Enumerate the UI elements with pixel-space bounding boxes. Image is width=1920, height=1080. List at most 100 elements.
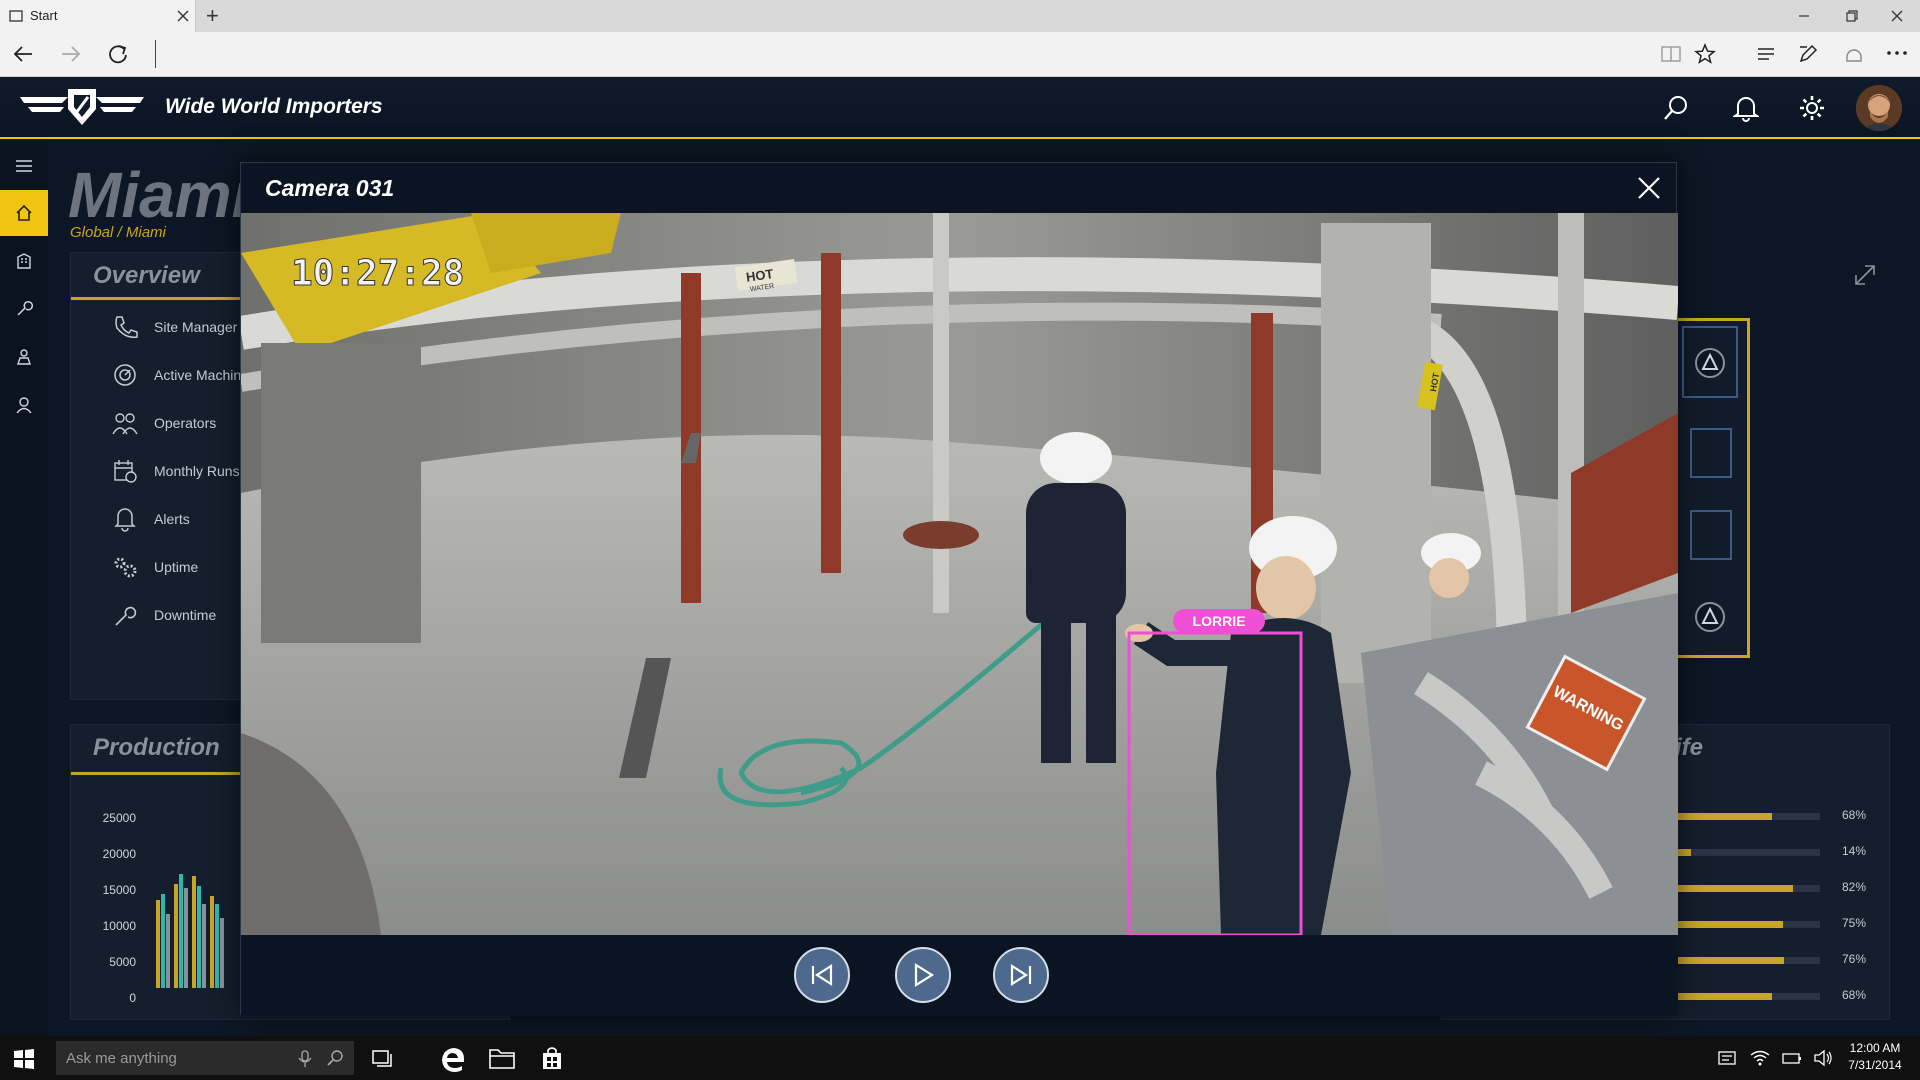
search-input[interactable] [64, 1048, 294, 1068]
volume-icon[interactable] [1813, 1049, 1833, 1067]
detection-label: LORRIE [1193, 613, 1246, 629]
file-explorer-icon[interactable] [489, 1047, 515, 1069]
percentage-bar-track [1670, 921, 1820, 928]
overview-item-label: Downtime [154, 607, 217, 623]
skip-next-icon [1008, 963, 1034, 987]
phone-icon [96, 314, 154, 340]
y-tick: 25000 [102, 811, 136, 825]
wrench-icon[interactable] [0, 286, 48, 332]
store-icon[interactable] [541, 1046, 563, 1070]
web-note-icon[interactable] [1797, 43, 1819, 65]
percentage-bar-track [1670, 993, 1820, 1000]
favorite-star-icon[interactable] [1694, 43, 1716, 65]
breadcrumb[interactable]: Global / Miami [70, 224, 166, 241]
operator-icon[interactable] [0, 334, 48, 380]
overview-item-label: Active Machin [154, 367, 242, 383]
overview-item-label: Alerts [154, 511, 190, 527]
forward-icon[interactable] [60, 44, 82, 64]
clock-time: 12:00 AM [1849, 1041, 1901, 1055]
window-close-icon[interactable] [1890, 9, 1904, 23]
percentage-label: 68% [1842, 988, 1867, 1002]
page-icon [9, 9, 23, 23]
production-y-axis: 25000 20000 15000 10000 5000 0 [90, 800, 136, 1016]
y-tick: 0 [129, 991, 136, 1005]
modal-title: Camera 031 [265, 175, 395, 201]
search-icon[interactable] [326, 1049, 344, 1067]
brand-name: Wide World Importers [165, 95, 383, 118]
wifi-icon[interactable] [1750, 1050, 1770, 1066]
overview-item-label: Operators [154, 415, 217, 431]
browser-tab[interactable]: Start [0, 0, 196, 32]
action-center-icon[interactable] [1718, 1051, 1736, 1065]
camera-modal: Camera 031 WARNING HOT WATER HOT LORRIE … [240, 162, 1678, 1016]
browser-nav-bar [0, 32, 1920, 77]
percentage-bar-fill [1670, 957, 1784, 964]
refresh-icon[interactable] [107, 43, 129, 65]
menu-icon[interactable] [0, 143, 48, 189]
percentage-bar-track [1670, 885, 1820, 892]
play-icon [911, 962, 935, 988]
close-icon[interactable] [1636, 175, 1662, 201]
production-bars [154, 864, 240, 988]
gear-icon[interactable] [1798, 94, 1826, 122]
back-icon[interactable] [12, 44, 34, 64]
percentage-label: 82% [1842, 880, 1867, 894]
battery-icon[interactable] [1782, 1051, 1802, 1065]
next-button[interactable] [993, 947, 1049, 1003]
percentage-bar-track [1670, 813, 1820, 820]
hub-icon[interactable] [1755, 44, 1777, 64]
edge-browser-icon[interactable] [440, 1046, 466, 1072]
heading-underline [71, 297, 251, 300]
y-tick: 20000 [102, 847, 136, 861]
percentage-bar-fill [1670, 993, 1772, 1000]
overview-heading: Overview [93, 262, 200, 289]
overview-item-label: Site Manager [154, 319, 238, 335]
bell-icon[interactable] [1733, 94, 1759, 122]
page-title: Miami [68, 159, 250, 231]
skip-previous-icon [809, 963, 835, 987]
more-icon[interactable] [1886, 50, 1908, 56]
clock-date: 7/31/2014 [1848, 1058, 1902, 1072]
percentage-bar-fill [1670, 813, 1772, 820]
people-icon [96, 410, 154, 436]
play-button[interactable] [895, 947, 951, 1003]
camera-video-feed[interactable]: WARNING HOT WATER HOT LORRIE 10:27:28 [241, 213, 1678, 935]
left-rail [0, 141, 48, 1036]
percentage-bar-track [1670, 957, 1820, 964]
y-tick: 5000 [109, 955, 136, 969]
building-icon[interactable] [0, 238, 48, 284]
minimize-icon[interactable] [1797, 9, 1811, 23]
new-tab-button[interactable]: + [206, 3, 219, 29]
wrench-icon [96, 602, 154, 628]
playback-controls [241, 935, 1678, 1016]
close-tab-icon[interactable] [176, 9, 190, 23]
restore-icon[interactable] [1845, 9, 1859, 23]
gauge-icon [96, 362, 154, 388]
previous-button[interactable] [794, 947, 850, 1003]
tab-title: Start [30, 8, 58, 23]
taskbar-search-box[interactable] [56, 1041, 354, 1075]
share-icon[interactable] [1843, 43, 1865, 65]
home-icon[interactable] [0, 190, 48, 236]
task-view-icon[interactable] [372, 1048, 396, 1068]
reading-view-icon[interactable] [1660, 44, 1682, 64]
search-icon[interactable] [1662, 94, 1690, 122]
address-bar[interactable] [155, 40, 156, 68]
brand-logo [16, 83, 148, 131]
system-clock[interactable]: 12:00 AM 7/31/2014 [1838, 1040, 1912, 1074]
percentage-bar-track [1670, 849, 1820, 856]
percentage-row: 68% [1650, 980, 1910, 1016]
microphone-icon[interactable] [298, 1050, 312, 1068]
avatar[interactable] [1856, 85, 1902, 131]
percentage-row: 68% [1650, 800, 1910, 836]
percentage-bar-fill [1670, 885, 1793, 892]
windows-start-icon[interactable] [13, 1048, 35, 1070]
overview-item-label: Uptime [154, 559, 199, 575]
browser-tab-bar: Start + [0, 0, 1920, 32]
right-panel-heading: ife [1675, 734, 1704, 761]
user-icon[interactable] [0, 382, 48, 428]
production-heading: Production [93, 734, 220, 761]
percentage-row: 75% [1650, 908, 1910, 944]
overview-item-label: Monthly Runs [154, 463, 240, 479]
expand-icon[interactable] [1852, 262, 1878, 288]
